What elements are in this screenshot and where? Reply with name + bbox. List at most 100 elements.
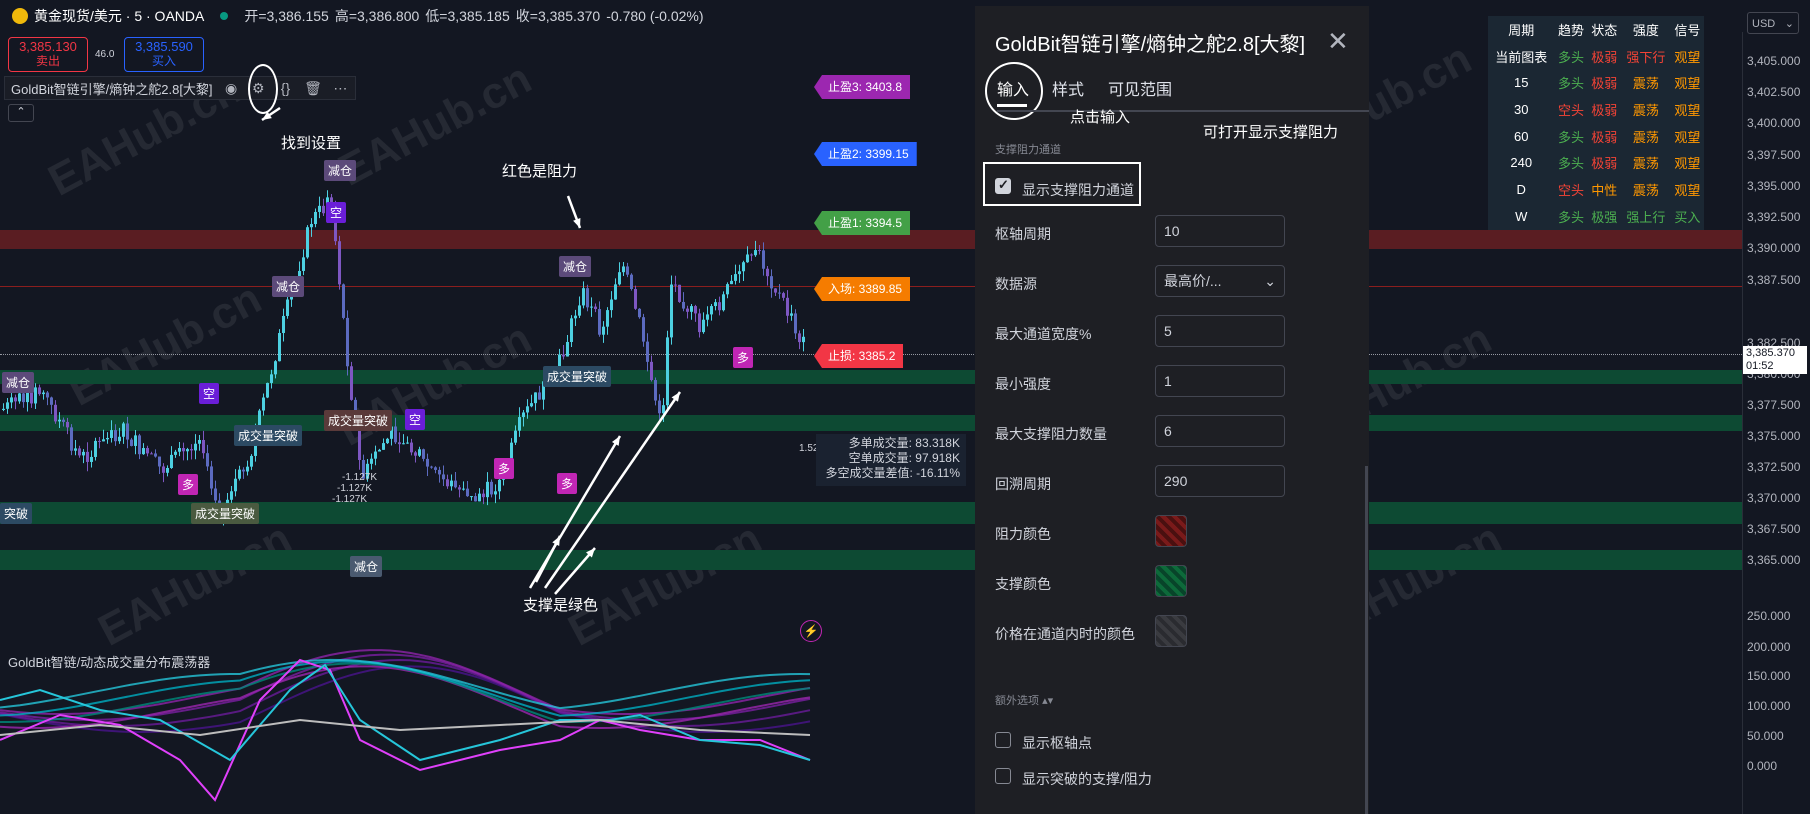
- in-channel-color-swatch[interactable]: [1155, 615, 1187, 647]
- reduce-tag: 减仓: [324, 160, 357, 181]
- candle-body: [682, 301, 685, 309]
- candle-body: [250, 455, 253, 467]
- support-color-swatch[interactable]: [1155, 565, 1187, 597]
- indicator-legend[interactable]: GoldBit智链引擎/熵钟之舵2.8[大黎] ◉ ⚙ {} 🗑 ⋯: [4, 76, 356, 100]
- candle-body: [694, 306, 697, 314]
- candle-body: [126, 423, 129, 440]
- candle-body: [734, 274, 737, 281]
- field-label: 最小强度: [995, 376, 1051, 392]
- table-cell: 强上行: [1626, 209, 1666, 225]
- candle-body: [702, 319, 705, 333]
- price-tick: 3,372.500: [1747, 460, 1801, 474]
- max-width-input[interactable]: 5: [1155, 315, 1285, 347]
- candle-body: [790, 313, 793, 316]
- price-tick: 3,367.500: [1747, 522, 1801, 536]
- show-pivots-checkbox[interactable]: [995, 732, 1011, 748]
- candle-body: [78, 448, 81, 456]
- osc-tick: 150.000: [1747, 669, 1791, 683]
- ohlc-low: 低=3,385.185: [425, 8, 510, 24]
- candle-body: [270, 374, 273, 383]
- candle-body: [438, 469, 441, 475]
- sell-button[interactable]: 3,385.130 卖出: [8, 37, 88, 72]
- candle-body: [406, 442, 409, 444]
- price-tick: 3,370.000: [1747, 491, 1801, 505]
- candle-body: [626, 266, 629, 275]
- indicator-name[interactable]: GoldBit智链引擎/熵钟之舵2.8[大黎]: [11, 79, 213, 98]
- candle-body: [610, 299, 613, 311]
- show-channel-checkbox[interactable]: ✓: [995, 177, 1011, 194]
- table-cell: 15: [1513, 75, 1529, 91]
- price-tick: 3,402.500: [1747, 85, 1801, 99]
- candle-body: [426, 458, 429, 467]
- candle-body: [470, 496, 473, 498]
- table-cell: W: [1515, 208, 1528, 224]
- table-cell: 观望: [1674, 102, 1701, 118]
- lightning-icon[interactable]: ⚡: [800, 620, 822, 642]
- tab-divider: [997, 110, 1369, 112]
- candle-body: [774, 288, 777, 293]
- candle-body: [398, 442, 401, 445]
- candle-body: [246, 466, 249, 472]
- tab-style[interactable]: 样式: [1052, 76, 1084, 100]
- source-code-icon[interactable]: {}: [277, 79, 294, 97]
- candle-body: [130, 439, 133, 446]
- show-channel-label[interactable]: 显示支撑阻力通道: [1022, 180, 1134, 200]
- max-sr-count-input[interactable]: 6: [1155, 415, 1285, 447]
- annotation-click-input: 点击输入: [1070, 109, 1131, 126]
- more-icon[interactable]: ⋯: [332, 79, 349, 97]
- lookback-input[interactable]: 290: [1155, 465, 1285, 497]
- min-strength-input[interactable]: 1: [1155, 365, 1285, 397]
- candle-body: [494, 491, 497, 495]
- ohlc-high: 高=3,386.800: [334, 8, 420, 24]
- volume-box: 多单成交量: 83.318K 空单成交量: 97.918K 多空成交量差值: -…: [816, 434, 966, 486]
- eye-icon[interactable]: ◉: [223, 79, 240, 97]
- long-tag: 多: [178, 474, 199, 495]
- candle-body: [418, 449, 421, 456]
- candle-body: [30, 391, 33, 404]
- oscillator-name[interactable]: GoldBit智链/动态成交量分布震荡器: [8, 652, 210, 671]
- source-select[interactable]: 最高价/... ⌄: [1155, 265, 1285, 297]
- current-price-label: 3,385.370 01:52: [1743, 346, 1807, 374]
- table-cell: 强下行: [1626, 49, 1666, 65]
- table-cell: 震荡: [1632, 156, 1659, 172]
- candle-body: [162, 466, 165, 473]
- price-chart[interactable]: [0, 0, 975, 814]
- candle-body: [634, 288, 637, 309]
- check-icon: ✓: [998, 177, 1009, 192]
- currency-selector[interactable]: USD ⌄: [1747, 12, 1799, 34]
- candle-body: [782, 293, 785, 298]
- table-cell: 极强: [1591, 209, 1618, 225]
- candle-body: [762, 250, 765, 269]
- candle-body: [186, 449, 189, 452]
- delete-icon[interactable]: 🗑: [304, 79, 322, 97]
- panel-scrollbar[interactable]: [1365, 466, 1368, 814]
- price-axis[interactable]: USD ⌄ 3,405.000 3,402.500 3,400.000 3,397.5…: [1742, 12, 1810, 814]
- candle-body: [278, 333, 281, 362]
- candle-body: [678, 284, 681, 302]
- table-cell: 空头: [1558, 182, 1585, 198]
- pivot-period-input[interactable]: 10: [1155, 215, 1285, 247]
- show-broken-label[interactable]: 显示突破的支撑/阻力: [1022, 769, 1152, 789]
- close-icon[interactable]: ✕: [1327, 26, 1349, 57]
- ohlc-close: 收=3,385.370: [515, 8, 601, 24]
- symbol-title[interactable]: 黄金现货/美元 · 5 · OANDA: [34, 6, 204, 26]
- extra-options-toggle[interactable]: 额外选项 ▴▾: [995, 692, 1053, 708]
- entry-label: 入场: 3389.85: [814, 277, 911, 301]
- buy-button[interactable]: 3,385.590 买入: [124, 37, 204, 72]
- current-price: 3,385.370: [1746, 347, 1795, 359]
- short-tag: 空: [199, 383, 220, 404]
- currency-label: USD: [1752, 18, 1776, 30]
- resistance-color-swatch[interactable]: [1155, 515, 1187, 547]
- candle-body: [170, 454, 173, 469]
- show-broken-checkbox[interactable]: [995, 768, 1011, 784]
- candle-body: [706, 314, 709, 320]
- tab-visibility[interactable]: 可见范围: [1108, 76, 1172, 100]
- buy-price: 3,385.590: [135, 39, 193, 54]
- candle-body: [666, 337, 669, 406]
- short-tag: 空: [405, 409, 426, 430]
- candle-body: [86, 451, 89, 462]
- short-tag: 空: [326, 202, 347, 223]
- collapse-button[interactable]: ⌃: [8, 104, 34, 122]
- show-pivots-label[interactable]: 显示枢轴点: [1022, 733, 1092, 753]
- table-cell: 极弱: [1591, 156, 1618, 172]
